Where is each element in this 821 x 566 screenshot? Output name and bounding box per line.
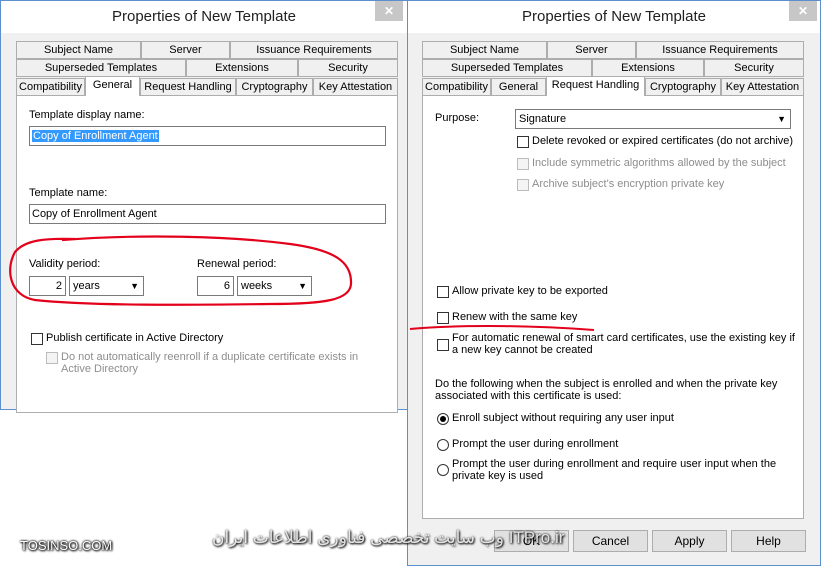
chevron-down-icon: ▼	[298, 281, 307, 291]
chevron-down-icon: ▼	[777, 114, 786, 124]
purpose-label: Purpose:	[435, 112, 480, 124]
right-tab-compatibility[interactable]: Compatibility	[422, 78, 491, 96]
left-tab-request-handling[interactable]: Request Handling	[140, 78, 236, 96]
right-tab-cryptography[interactable]: Cryptography	[645, 78, 721, 96]
prompt-user-require-input-label: Prompt the user during enrollment and re…	[452, 458, 777, 482]
validity-period-label: Validity period:	[29, 258, 101, 270]
include-symmetric-label: Include symmetric algorithms allowed by …	[532, 157, 786, 169]
enroll-without-input-label: Enroll subject without requiring any use…	[452, 412, 674, 424]
left-dialog-client: Subject Name Server Issuance Requirement…	[1, 33, 407, 413]
renew-same-key-label: Renew with the same key	[452, 311, 578, 323]
itpro-watermark: وب سایت تخصصی فناوری اطلاعات ایران ITPro…	[212, 528, 565, 547]
right-title-bar: Properties of New Template ✕	[408, 1, 820, 33]
left-tab-security[interactable]: Security	[298, 59, 398, 77]
publish-ad-label: Publish certificate in Active Directory	[46, 332, 224, 344]
renewal-period-label: Renewal period:	[197, 258, 277, 270]
publish-ad-checkbox[interactable]	[31, 333, 43, 345]
apply-button[interactable]: Apply	[652, 530, 727, 552]
purpose-value: Signature	[519, 113, 567, 125]
right-dialog-title: Properties of New Template	[522, 8, 706, 25]
right-tab-general[interactable]: General	[491, 78, 546, 96]
right-tab-superseded-templates[interactable]: Superseded Templates	[422, 59, 592, 77]
prompt-user-require-input-radio[interactable]	[437, 464, 449, 476]
left-tab-issuance-requirements[interactable]: Issuance Requirements	[230, 41, 398, 59]
renewal-period-unit-select[interactable]: weeks ▼	[237, 276, 312, 296]
left-tab-superseded-templates[interactable]: Superseded Templates	[16, 59, 186, 77]
prompt-user-label: Prompt the user during enrollment	[452, 438, 619, 450]
help-button[interactable]: Help	[731, 530, 806, 552]
left-tab-subject-name[interactable]: Subject Name	[16, 41, 141, 59]
renew-same-key-checkbox[interactable]	[437, 312, 449, 324]
archive-key-label: Archive subject's encryption private key	[532, 178, 725, 190]
left-tab-cryptography[interactable]: Cryptography	[236, 78, 313, 96]
right-tab-subject-name[interactable]: Subject Name	[422, 41, 547, 59]
purpose-select[interactable]: Signature ▼	[515, 109, 791, 129]
right-tab-extensions[interactable]: Extensions	[592, 59, 704, 77]
display-name-label: Template display name:	[29, 109, 145, 121]
subject-enrolled-text: Do the following when the subject is enr…	[435, 378, 778, 402]
display-name-input[interactable]: Copy of Enrollment Agent	[29, 126, 386, 146]
right-dialog-window: Properties of New Template ✕ Subject Nam…	[407, 0, 821, 566]
left-tab-key-attestation[interactable]: Key Attestation	[313, 78, 398, 96]
no-reenroll-checkbox[interactable]	[46, 352, 58, 364]
right-close-button[interactable]: ✕	[789, 1, 817, 21]
renewal-unit-value: weeks	[241, 280, 273, 292]
smart-card-label: For automatic renewal of smart card cert…	[452, 332, 795, 356]
right-tab-server[interactable]: Server	[547, 41, 636, 59]
tosinso-watermark: TOSINSO.COM	[20, 538, 113, 553]
right-tab-panel: Purpose: Signature ▼ Delete revoked or ex…	[422, 95, 804, 519]
allow-export-checkbox[interactable]	[437, 286, 449, 298]
left-close-button[interactable]: ✕	[375, 1, 403, 21]
left-dialog-title: Properties of New Template	[112, 8, 296, 25]
validity-period-unit-select[interactable]: years ▼	[69, 276, 144, 296]
allow-export-label: Allow private key to be exported	[452, 285, 608, 297]
enroll-without-input-radio[interactable]	[437, 413, 449, 425]
left-tab-server[interactable]: Server	[141, 41, 230, 59]
left-tab-extensions[interactable]: Extensions	[186, 59, 298, 77]
validity-period-number[interactable]: 2	[29, 276, 66, 296]
display-name-value: Copy of Enrollment Agent	[32, 130, 159, 142]
right-tab-issuance-requirements[interactable]: Issuance Requirements	[636, 41, 804, 59]
left-tab-general[interactable]: General	[85, 76, 140, 96]
left-tab-panel: Template display name: Copy of Enrollmen…	[16, 95, 398, 413]
validity-unit-value: years	[73, 280, 100, 292]
no-reenroll-label: Do not automatically reenroll if a dupli…	[61, 351, 359, 375]
archive-key-checkbox[interactable]	[517, 179, 529, 191]
left-title-bar: Properties of New Template ✕	[1, 1, 407, 33]
chevron-down-icon: ▼	[130, 281, 139, 291]
delete-revoked-label: Delete revoked or expired certificates (…	[532, 135, 794, 147]
delete-revoked-checkbox[interactable]	[517, 136, 529, 148]
cancel-button[interactable]: Cancel	[573, 530, 648, 552]
include-symmetric-checkbox[interactable]	[517, 158, 529, 170]
right-tab-key-attestation[interactable]: Key Attestation	[721, 78, 804, 96]
right-tab-security[interactable]: Security	[704, 59, 804, 77]
right-dialog-client: Subject Name Server Issuance Requirement…	[408, 33, 820, 565]
left-dialog-window: Properties of New Template ✕ Subject Nam…	[0, 0, 408, 413]
prompt-user-radio[interactable]	[437, 439, 449, 451]
renewal-period-number[interactable]: 6	[197, 276, 234, 296]
smart-card-checkbox[interactable]	[437, 339, 449, 351]
left-tab-compatibility[interactable]: Compatibility	[16, 78, 85, 96]
template-name-input[interactable]: Copy of Enrollment Agent	[29, 204, 386, 224]
template-name-label: Template name:	[29, 187, 108, 199]
right-tab-request-handling[interactable]: Request Handling	[546, 76, 645, 96]
